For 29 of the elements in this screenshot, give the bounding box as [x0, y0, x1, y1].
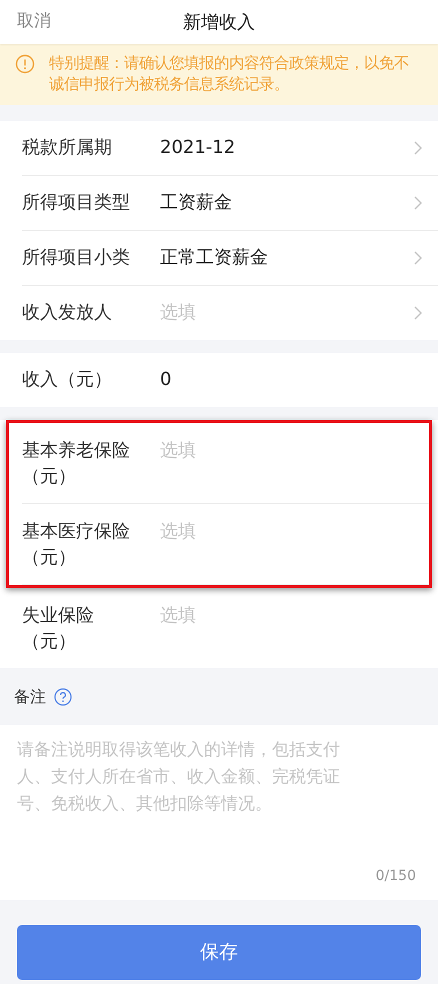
field-label: 基本医疗保险（元）: [22, 520, 131, 570]
field-input[interactable]: 选填: [160, 438, 413, 464]
field-label: 所得项目类型: [22, 191, 131, 215]
field-label: 所得项目小类: [22, 246, 131, 270]
chevron-right-icon: [414, 196, 422, 210]
field-label: 收入（元）: [22, 368, 113, 392]
field-input[interactable]: 正常工资薪金: [160, 245, 414, 271]
warning-icon: [15, 54, 35, 74]
notice-text: 特别提醒：请确认您填报的内容符合政策规定，以免不诚信申报行为被税务信息系统记录。: [49, 53, 409, 95]
field-input[interactable]: 选填: [160, 300, 414, 326]
page-title: 新增收入: [183, 10, 255, 34]
field-label: 税款所属期: [22, 136, 113, 160]
field-label: 基本养老保险（元）: [22, 439, 131, 489]
field-label: 收入发放人: [22, 301, 113, 325]
chevron-right-icon: [414, 141, 422, 155]
field-input[interactable]: 工资薪金: [160, 190, 414, 216]
save-button[interactable]: 保存: [17, 925, 421, 980]
chevron-right-icon: [414, 306, 422, 320]
remarks-label: 备注: [14, 686, 46, 708]
chevron-right-icon: [414, 251, 422, 265]
help-icon[interactable]: [54, 688, 72, 706]
field-input[interactable]: 选填: [160, 603, 422, 629]
field-input[interactable]: 0: [160, 367, 422, 393]
remarks-field[interactable]: 请备注说明取得该笔收入的详情，包括支付人、支付人所在省市、收入金额、完税凭证号、免税收入、其他扣除等情况。 0/150: [0, 725, 438, 900]
character-counter: 0/150: [376, 867, 416, 886]
field-input[interactable]: 选填: [160, 519, 413, 545]
cancel-link[interactable]: 取消: [17, 9, 51, 35]
field-input[interactable]: 2021-12: [160, 135, 414, 161]
field-label: 失业保险（元）: [22, 604, 95, 654]
